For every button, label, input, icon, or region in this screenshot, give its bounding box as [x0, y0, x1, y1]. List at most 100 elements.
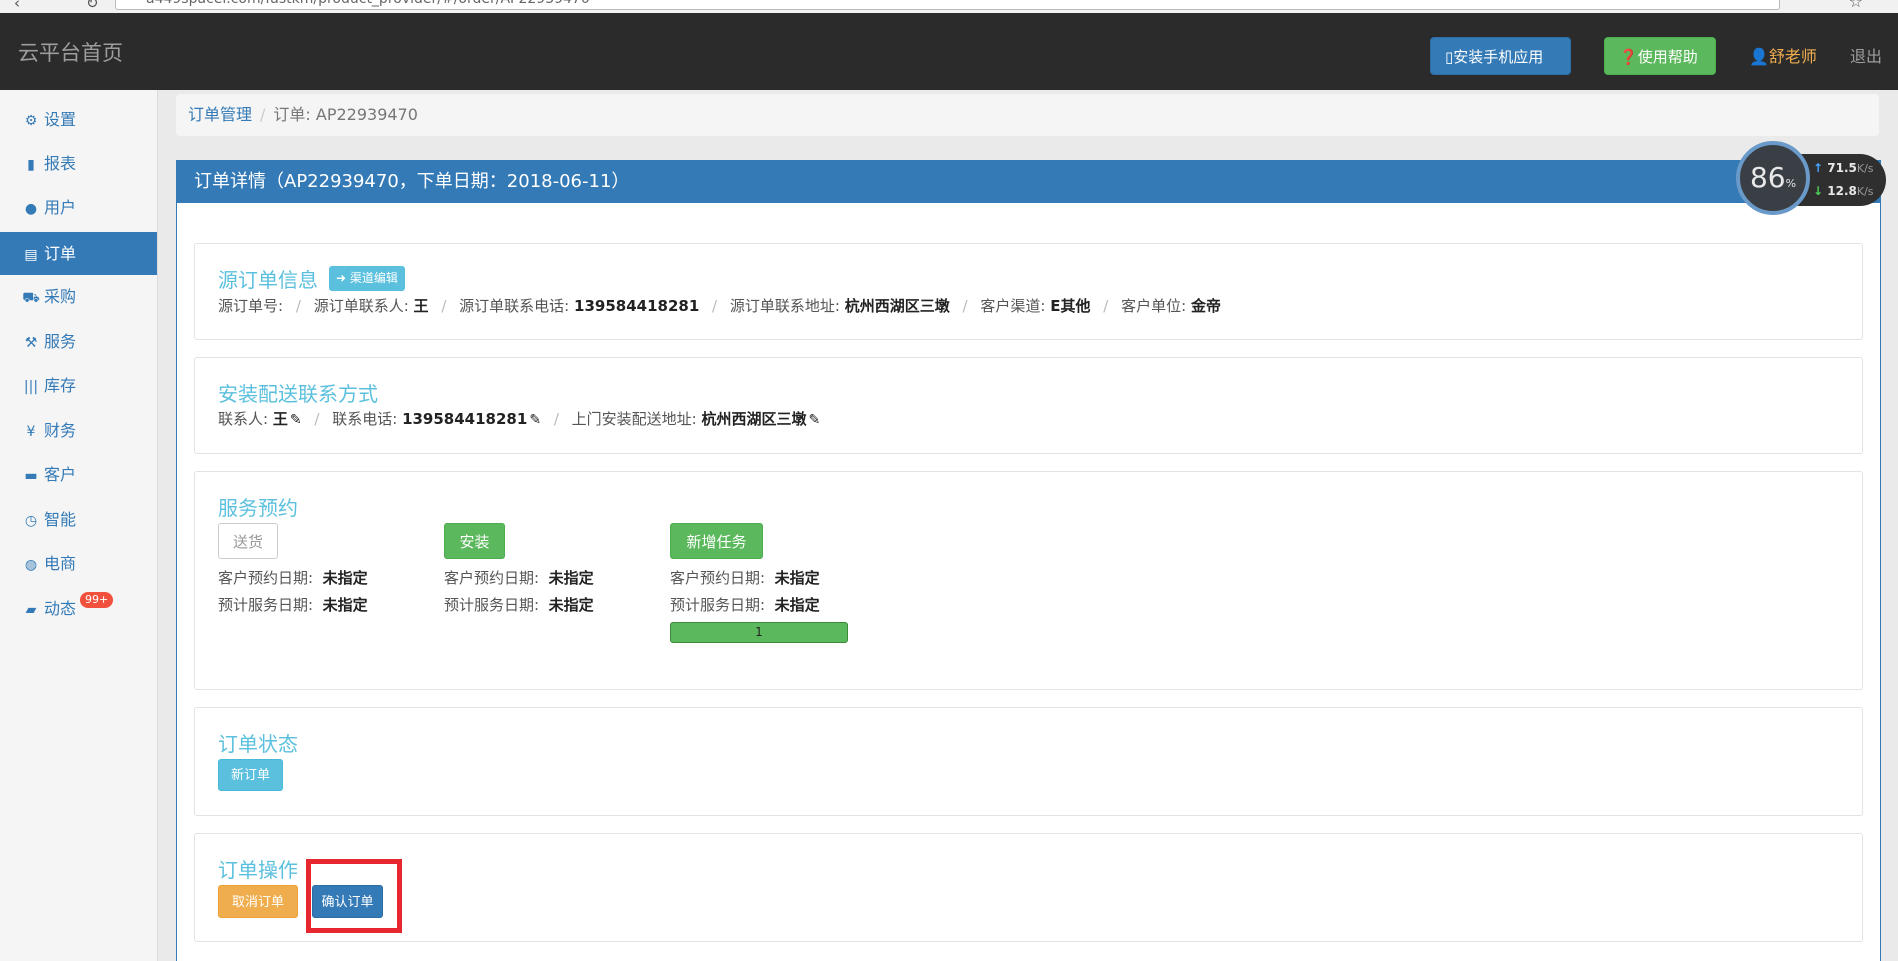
cancel-order-button[interactable]: 取消订单 [218, 885, 298, 918]
field-value: 杭州西湖区三墩 [844, 297, 950, 315]
sidebar-item-label: 用户 [44, 198, 77, 217]
sidebar-item-settings[interactable]: ⚙ 设置 [0, 98, 157, 141]
brand-home-link[interactable]: 云平台首页 [18, 37, 123, 67]
pencil-icon[interactable]: ✎ [809, 412, 821, 428]
sidebar-item-reports[interactable]: ▮ 报表 [0, 142, 157, 185]
field-value: 王 [413, 297, 429, 315]
order-status-badge: 新订单 [218, 759, 283, 791]
address-bar[interactable]: a449spacei.com/fastkm/product_provider/#… [115, 0, 1780, 10]
briefcase-icon: ▬ [24, 468, 38, 484]
top-navbar: 云平台首页 ▯安装手机应用 ❓使用帮助 👤舒老师 退出 [0, 13, 1898, 90]
source-order-title: 源订单信息 [218, 268, 318, 292]
back-icon[interactable]: ‹ [14, 0, 20, 12]
field-value: 139584418281 [402, 410, 528, 428]
help-button[interactable]: ❓使用帮助 [1604, 37, 1716, 75]
label: 客户预约日期: [670, 569, 766, 587]
field-label: 源订单联系地址: [729, 297, 840, 315]
highlight-box [306, 859, 402, 933]
install-service-date: 预计服务日期: 未指定 [444, 594, 594, 615]
barcode-icon: ||| [23, 379, 39, 395]
sidebar-item-label: 动态 [44, 599, 77, 618]
add-task-button[interactable]: 新增任务 [670, 523, 763, 559]
field-value: 139584418281 [574, 297, 700, 315]
value: 未指定 [322, 569, 368, 587]
separator: / [295, 297, 301, 315]
breadcrumb-order-management[interactable]: 订单管理 [188, 105, 252, 124]
list-icon: ▤ [24, 247, 38, 263]
sidebar-item-purchase[interactable]: ⛟ 采购 [0, 275, 157, 318]
value: 未指定 [548, 569, 594, 587]
label: 预计服务日期: [444, 596, 540, 614]
globe-icon: ◍ [24, 557, 38, 573]
separator: / [553, 410, 559, 428]
service-title: 服务预约 [218, 496, 298, 520]
install-app-label: 安装手机应用 [1453, 48, 1544, 66]
source-order-section: 源订单信息 ➜ 渠道编辑 源订单号: / 源订单联系人: 王 / 源订单联系电话… [194, 243, 1863, 340]
channel-edit-label: 渠道编辑 [349, 271, 398, 285]
sidebar-item-smart[interactable]: ◷ 智能 [0, 498, 157, 541]
install-contact-fields: 联系人: 王 ✎ / 联系电话: 139584418281 ✎ / 上门安装配送地址… [218, 408, 820, 429]
sidebar-item-label: 报表 [44, 154, 77, 173]
separator: / [441, 297, 447, 315]
memory-usage-gauge: 86% [1736, 141, 1810, 215]
breadcrumb: 订单管理 / 订单: AP22939470 [176, 94, 1879, 136]
sidebar-item-inventory[interactable]: ||| 库存 [0, 364, 157, 407]
label: 预计服务日期: [218, 596, 314, 614]
field-label: 联系人: [218, 410, 269, 428]
sidebar-item-users[interactable]: ● 用户 [0, 186, 157, 229]
task-customer-date: 客户预约日期: 未指定 [670, 567, 820, 588]
download-unit: K/s [1856, 185, 1874, 198]
dashboard-icon: ◷ [24, 513, 38, 529]
gear-icon: ⚙ [24, 113, 38, 129]
field-label: 源订单联系人: [313, 297, 409, 315]
value: 未指定 [548, 596, 594, 614]
upload-arrow-icon: ↑ [1813, 161, 1824, 175]
value: 未指定 [774, 569, 820, 587]
delivery-button[interactable]: 送货 [218, 523, 278, 559]
upload-speed: ↑ 71.5K/s [1813, 161, 1874, 175]
install-contact-title: 安装配送联系方式 [218, 382, 378, 406]
upload-value: 71.5 [1827, 161, 1857, 175]
field-label: 源订单号: [218, 297, 284, 315]
reload-icon[interactable]: ↻ [86, 0, 99, 12]
install-contact-section: 安装配送联系方式 联系人: 王 ✎ / 联系电话: 139584418281 ✎ /… [194, 357, 1863, 454]
user-icon: 👤 [1749, 47, 1769, 66]
service-appointment-section: 服务预约 送货 客户预约日期: 未指定 预计服务日期: 未指定 安装 客户预约日… [194, 471, 1863, 690]
sidebar-item-label: 库存 [44, 376, 77, 395]
label: 客户预约日期: [444, 569, 540, 587]
separator: / [712, 297, 718, 315]
pencil-icon[interactable]: ✎ [529, 412, 541, 428]
channel-edit-button[interactable]: ➜ 渠道编辑 [329, 266, 405, 291]
order-actions-title: 订单操作 [218, 858, 298, 882]
separator: / [962, 297, 968, 315]
order-detail-panel: 订单详情（AP22939470，下单日期：2018-06-11） 源订单信息 ➜… [176, 160, 1881, 961]
sidebar-item-service[interactable]: ⚒ 服务 [0, 320, 157, 363]
sidebar-item-orders[interactable]: ▤ 订单 [0, 232, 157, 275]
sidebar-item-label: 电商 [44, 554, 77, 573]
sidebar-item-label: 设置 [44, 110, 77, 129]
pencil-icon[interactable]: ✎ [290, 412, 302, 428]
separator: / [1103, 297, 1109, 315]
question-circle-icon: ❓ [1619, 48, 1638, 66]
wrench-icon: ⚒ [24, 335, 38, 351]
sidebar-item-label: 客户 [44, 465, 77, 484]
sidebar-item-ecommerce[interactable]: ◍ 电商 [0, 542, 157, 585]
order-status-section: 订单状态 新订单 [194, 707, 1863, 816]
panel-title: 订单详情（AP22939470，下单日期：2018-06-11） [177, 161, 1880, 203]
bookmark-star-icon[interactable]: ☆ [1849, 0, 1863, 11]
install-app-button[interactable]: ▯安装手机应用 [1430, 37, 1571, 75]
field-label: 上门安装配送地址: [571, 410, 697, 428]
sidebar-item-label: 订单 [44, 244, 77, 263]
browser-address-strip: ‹ ↻ a449spacei.com/fastkm/product_provid… [0, 0, 1898, 14]
sidebar-item-finance[interactable]: ¥ 财务 [0, 409, 157, 452]
sidebar-item-activity[interactable]: ▰ 动态 99+ [0, 587, 157, 630]
logout-link[interactable]: 退出 [1850, 43, 1882, 67]
install-button[interactable]: 安装 [444, 523, 505, 559]
user-menu[interactable]: 👤舒老师 [1749, 43, 1817, 67]
sidebar-item-label: 智能 [44, 510, 77, 529]
sidebar-item-customers[interactable]: ▬ 客户 [0, 453, 157, 496]
value: 未指定 [322, 596, 368, 614]
yen-icon: ¥ [26, 424, 36, 440]
field-value: E其他 [1050, 297, 1091, 315]
network-speed-widget[interactable]: 86% ↑ 71.5K/s ↓ 12.8K/s [1736, 141, 1886, 217]
